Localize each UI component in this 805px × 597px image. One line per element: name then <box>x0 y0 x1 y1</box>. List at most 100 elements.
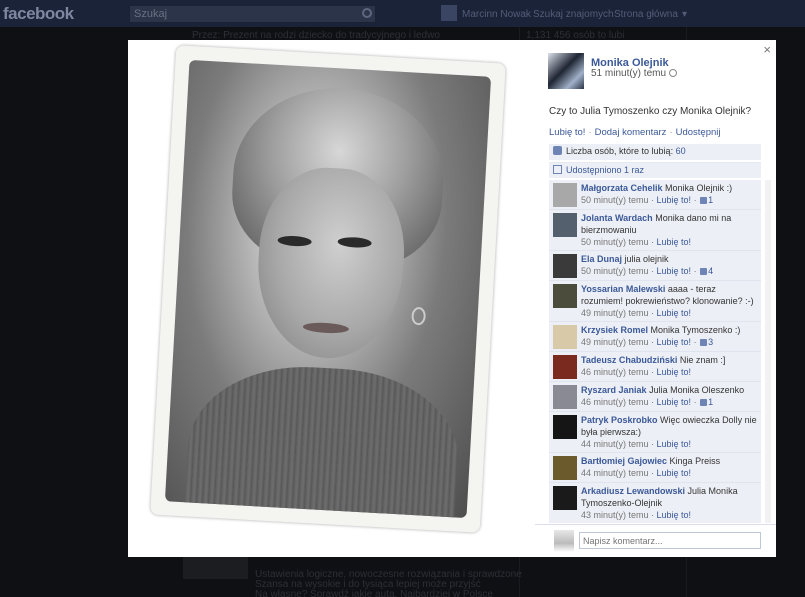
comment-time[interactable]: 46 minut(y) temu <box>581 367 649 377</box>
comment-text: julia olejnik <box>624 254 669 264</box>
comment-time[interactable]: 50 minut(y) temu <box>581 237 649 247</box>
comment-like-button[interactable]: Lubię to! <box>657 468 692 478</box>
commenter-name[interactable]: Patryk Poskrobko <box>581 415 658 425</box>
comment-like-count[interactable]: 3 <box>708 337 713 347</box>
photo-stage[interactable] <box>128 40 535 557</box>
portrait-sweater <box>182 360 463 519</box>
chevron-down-icon[interactable]: ▾ <box>682 9 687 20</box>
comment-item: Arkadiusz Lewandowski Julia Monika Tymos… <box>549 483 761 523</box>
comment-item: Bartłomiej Gajowiec Kinga Preiss 44 minut… <box>549 453 761 483</box>
comment-time[interactable]: 44 minut(y) temu <box>581 468 649 478</box>
close-icon[interactable]: × <box>763 42 771 57</box>
comment-like-count[interactable]: 1 <box>708 397 713 407</box>
viewer-avatar <box>554 530 574 552</box>
comment-like-button[interactable]: Lubię to! <box>657 266 692 276</box>
comment-time[interactable]: 43 minut(y) temu <box>581 510 649 520</box>
commenter-avatar[interactable] <box>553 284 577 308</box>
commenter-avatar[interactable] <box>553 183 577 207</box>
top-bar: facebook Szukaj Marcinn Nowak Szukaj zna… <box>0 0 805 27</box>
post-caption: Czy to Julia Tymoszenko czy Monika Olejn… <box>549 106 752 117</box>
comment-text: Nie znam :] <box>679 355 726 365</box>
comment-like-button[interactable]: Lubię to! <box>657 237 692 247</box>
photo-lightbox: × Monika Olejnik 51 minut(y) temu Czy to… <box>128 40 776 557</box>
commenter-avatar[interactable] <box>553 486 577 510</box>
comment-item: Ela Dunaj julia olejnik 50 minut(y) temu … <box>549 251 761 281</box>
commenter-name[interactable]: Bartłomiej Gajowiec <box>581 456 667 466</box>
comment-like-button[interactable]: Lubię to! <box>657 308 692 318</box>
thumbs-up-icon <box>700 339 708 346</box>
comment-like-button[interactable]: Lubię to! <box>657 367 692 377</box>
commenter-avatar[interactable] <box>553 325 577 349</box>
commenter-name[interactable]: Arkadiusz Lewandowski <box>581 486 685 496</box>
facebook-logo[interactable]: facebook <box>3 4 74 24</box>
share-button[interactable]: Udostępnij <box>676 127 721 138</box>
comment-like-button[interactable]: Lubię to! <box>657 337 692 347</box>
comment-time[interactable]: 49 minut(y) temu <box>581 337 649 347</box>
shares-label[interactable]: Udostępniono 1 raz <box>566 165 644 175</box>
likes-label: Liczba osób, które to lubią: <box>566 146 674 156</box>
commenter-avatar[interactable] <box>553 385 577 409</box>
comment-meta: 46 minut(y) temu · Lubię to! · 1 <box>581 397 714 407</box>
comment-meta: 44 minut(y) temu · Lubię to! <box>581 468 692 478</box>
commenter-name[interactable]: Tadeusz Chabudziński <box>581 355 677 365</box>
comment-time[interactable]: 44 minut(y) temu <box>581 439 649 449</box>
comment-input[interactable] <box>579 532 761 549</box>
nav-profile[interactable]: Marcinn Nowak <box>462 9 531 20</box>
author-avatar[interactable] <box>548 53 584 89</box>
comment-like-button[interactable]: Lubię to! <box>657 195 692 205</box>
thumbs-up-icon <box>700 197 708 204</box>
likes-count[interactable]: 60 <box>676 146 686 156</box>
likes-summary: Liczba osób, które to lubią: 60 <box>549 144 761 160</box>
comment-text: Monika Tymoszenko :) <box>650 325 741 335</box>
comments-scrollbar[interactable] <box>765 180 771 523</box>
comment-item: Ryszard Janiak Julia Monika Oleszenko 46 … <box>549 382 761 412</box>
portrait-earring <box>411 306 427 326</box>
commenter-avatar[interactable] <box>553 415 577 439</box>
commenter-name[interactable]: Ela Dunaj <box>581 254 622 264</box>
like-button[interactable]: Lubię to! <box>549 127 585 138</box>
comment-composer <box>535 524 776 557</box>
comment-like-button[interactable]: Lubię to! <box>657 397 692 407</box>
comment-meta: 44 minut(y) temu · Lubię to! <box>581 439 692 449</box>
shares-summary: Udostępniono 1 raz <box>549 162 761 178</box>
comment-text: Julia Monika Oleszenko <box>649 385 745 395</box>
comment-meta: 49 minut(y) temu · Lubię to! <box>581 308 692 318</box>
nav-find-friends[interactable]: Szukaj znajomych <box>533 9 614 20</box>
search-icon[interactable] <box>362 8 372 18</box>
commenter-name[interactable]: Ryszard Janiak <box>581 385 647 395</box>
commenter-name[interactable]: Krzysiek Romel <box>581 325 648 335</box>
comment-item: Tadeusz Chabudziński Nie znam :] 46 minut… <box>549 352 761 382</box>
post-actions: Lubię to! · Dodaj komentarz · Udostępnij <box>549 127 721 138</box>
commenter-avatar[interactable] <box>553 254 577 278</box>
post-time-text[interactable]: 51 minut(y) temu <box>591 68 666 79</box>
commenter-avatar[interactable] <box>553 213 577 237</box>
comment-like-button[interactable]: Lubię to! <box>657 510 692 520</box>
comment-time[interactable]: 50 minut(y) temu <box>581 266 649 276</box>
comment-like-count[interactable]: 1 <box>708 195 713 205</box>
comment-like-count[interactable]: 4 <box>708 266 713 276</box>
nav-home[interactable]: Strona główna <box>614 9 678 20</box>
commenter-name[interactable]: Małgorzata Cehelik <box>581 183 663 193</box>
thumbs-up-icon <box>700 399 708 406</box>
comment-item: Krzysiek Romel Monika Tymoszenko :) 49 mi… <box>549 322 761 352</box>
comment-time[interactable]: 46 minut(y) temu <box>581 397 649 407</box>
profile-avatar[interactable] <box>441 5 457 21</box>
comment-item: Yossarian Malewski aaaa - teraz rozumiem… <box>549 281 761 322</box>
comment-text: Monika Olejnik :) <box>665 183 733 193</box>
comment-like-button[interactable]: Lubię to! <box>657 439 692 449</box>
comment-item: Małgorzata Cehelik Monika Olejnik :) 50 m… <box>549 180 761 210</box>
search-input[interactable]: Szukaj <box>129 5 376 23</box>
comment-button[interactable]: Dodaj komentarz <box>595 127 667 138</box>
commenter-name[interactable]: Yossarian Malewski <box>581 284 665 294</box>
commenter-name[interactable]: Jolanta Wardach <box>581 213 653 223</box>
globe-icon <box>669 69 678 77</box>
comment-time[interactable]: 49 minut(y) temu <box>581 308 649 318</box>
thumbs-up-icon <box>700 268 708 275</box>
comment-meta: 49 minut(y) temu · Lubię to! · 3 <box>581 337 714 347</box>
commenter-avatar[interactable] <box>553 355 577 379</box>
comment-meta: 50 minut(y) temu · Lubię to! <box>581 237 692 247</box>
comment-item: Patryk Poskrobko Więc owieczka Dolly nie… <box>549 412 761 453</box>
comment-text: Kinga Preiss <box>669 456 721 466</box>
comment-time[interactable]: 50 minut(y) temu <box>581 195 649 205</box>
commenter-avatar[interactable] <box>553 456 577 480</box>
